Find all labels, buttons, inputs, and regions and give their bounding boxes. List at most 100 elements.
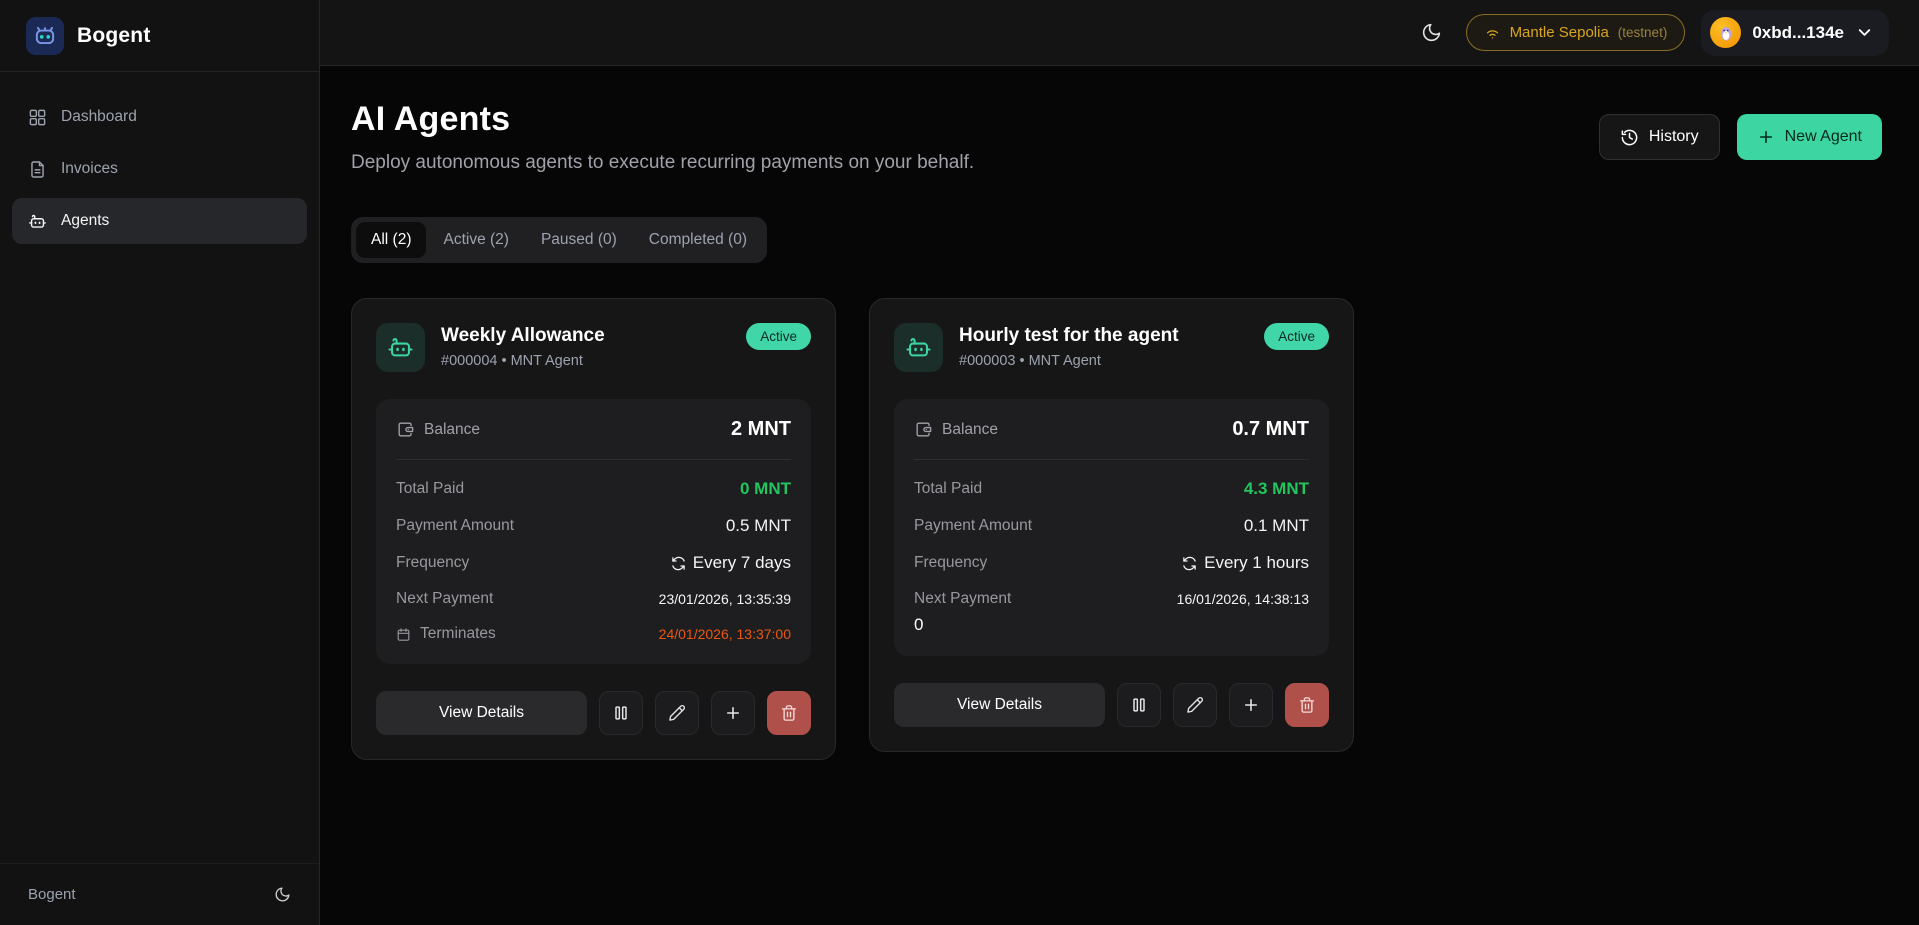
tab-active[interactable]: Active (2) [428, 222, 523, 258]
tab-paused[interactable]: Paused (0) [526, 222, 632, 258]
add-funds-button[interactable] [711, 691, 755, 735]
app-title: Bogent [77, 24, 151, 48]
page-subtitle: Deploy autonomous agents to execute recu… [351, 152, 974, 174]
agent-name: Hourly test for the agent [959, 325, 1179, 347]
network-badge[interactable]: Mantle Sepolia (testnet) [1466, 14, 1686, 51]
agent-card-actions: View Details [376, 691, 811, 735]
balance-label: Balance [914, 420, 998, 439]
sidebar-item-dashboard[interactable]: Dashboard [12, 94, 307, 140]
agent-card-titles: Weekly Allowance #000004 • MNT Agent [441, 323, 605, 372]
trash-icon [780, 704, 798, 722]
agent-card: Hourly test for the agent #000003 • MNT … [869, 298, 1354, 752]
status-badge: Active [746, 323, 811, 350]
chevron-down-icon [1855, 23, 1874, 42]
add-funds-button[interactable] [1229, 683, 1273, 727]
sidebar-nav: Dashboard Invoices Agents [0, 72, 319, 266]
page-header-text: AI Agents Deploy autonomous agents to ex… [351, 100, 974, 174]
divider [914, 459, 1309, 460]
payment-amount-value: 0.1 MNT [1244, 516, 1309, 536]
total-paid-label: Total Paid [914, 480, 982, 498]
history-label: History [1649, 128, 1699, 146]
agent-card-header: Weekly Allowance #000004 • MNT Agent Act… [376, 323, 811, 372]
new-agent-button[interactable]: New Agent [1737, 114, 1882, 160]
total-paid-row: Total Paid 0 MNT [396, 479, 791, 499]
header-actions: History New Agent [1599, 114, 1882, 160]
balance-value: 0.7 MNT [1232, 418, 1309, 441]
plus-icon [724, 704, 742, 722]
sidebar-footer: Bogent [0, 863, 319, 925]
tab-completed[interactable]: Completed (0) [634, 222, 762, 258]
agent-card: Weekly Allowance #000004 • MNT Agent Act… [351, 298, 836, 760]
pause-button[interactable] [599, 691, 643, 735]
logo: Bogent [0, 0, 319, 72]
calendar-icon [396, 627, 411, 642]
refresh-icon [671, 556, 686, 571]
delete-button[interactable] [767, 691, 811, 735]
next-payment-label: Next Payment [396, 590, 493, 608]
app-root: Bogent Dashboard Invoices Agents [0, 0, 1919, 925]
sidebar-item-invoices[interactable]: Invoices [12, 146, 307, 192]
payment-amount-label: Payment Amount [914, 517, 1032, 535]
view-details-button[interactable]: View Details [376, 691, 587, 735]
network-name: Mantle Sepolia [1510, 24, 1609, 41]
payment-amount-row: Payment Amount 0.5 MNT [396, 516, 791, 536]
agent-cards: Weekly Allowance #000004 • MNT Agent Act… [351, 298, 1882, 760]
frequency-label: Frequency [396, 554, 469, 572]
next-payment-row: Next Payment 16/01/2026, 14:38:13 [914, 590, 1309, 608]
sidebar-item-label: Invoices [61, 160, 118, 178]
pencil-icon [668, 704, 686, 722]
sidebar: Bogent Dashboard Invoices Agents [0, 0, 320, 925]
sidebar-item-label: Dashboard [61, 108, 137, 126]
dashboard-icon [28, 108, 47, 127]
edit-button[interactable] [1173, 683, 1217, 727]
wallet-icon [914, 420, 933, 439]
frequency-row: Frequency Every 7 days [396, 553, 791, 573]
pause-icon [1129, 695, 1149, 715]
payment-amount-label: Payment Amount [396, 517, 514, 535]
payment-amount-row: Payment Amount 0.1 MNT [914, 516, 1309, 536]
next-payment-value: 16/01/2026, 14:38:13 [1177, 591, 1309, 607]
wallet-button[interactable]: 0xbd...134e [1701, 10, 1889, 56]
total-paid-row: Total Paid 4.3 MNT [914, 479, 1309, 499]
frequency-row: Frequency Every 1 hours [914, 553, 1309, 573]
sidebar-item-label: Agents [61, 212, 109, 230]
agent-name: Weekly Allowance [441, 325, 605, 347]
edit-button[interactable] [655, 691, 699, 735]
pause-button[interactable] [1117, 683, 1161, 727]
moon-icon [1421, 22, 1442, 43]
bogent-logo-icon [26, 17, 64, 55]
network-suffix: (testnet) [1618, 25, 1668, 40]
balance-row: Balance 0.7 MNT [914, 418, 1309, 441]
next-payment-value: 23/01/2026, 13:35:39 [659, 591, 791, 607]
robot-icon [376, 323, 425, 372]
balance-value: 2 MNT [731, 418, 791, 441]
wifi-icon [1484, 24, 1501, 41]
robot-icon [28, 212, 47, 231]
frequency-value: Every 7 days [671, 553, 791, 573]
refresh-icon [1182, 556, 1197, 571]
history-button[interactable]: History [1599, 114, 1720, 160]
page-header: AI Agents Deploy autonomous agents to ex… [351, 100, 1882, 174]
pencil-icon [1186, 696, 1204, 714]
total-paid-value: 4.3 MNT [1244, 479, 1309, 499]
theme-toggle-button[interactable] [1414, 15, 1450, 51]
agent-stats-panel: Balance 0.7 MNT Total Paid 4.3 MNT Payme… [894, 399, 1329, 656]
footer-brand-label: Bogent [28, 886, 76, 903]
next-payment-row: Next Payment 23/01/2026, 13:35:39 [396, 590, 791, 608]
frequency-value: Every 1 hours [1182, 553, 1309, 573]
tab-all[interactable]: All (2) [356, 222, 426, 258]
moon-icon[interactable] [274, 886, 291, 903]
divider [396, 459, 791, 460]
agent-card-actions: View Details [894, 683, 1329, 727]
delete-button[interactable] [1285, 683, 1329, 727]
agent-card-titles: Hourly test for the agent #000003 • MNT … [959, 323, 1179, 372]
payment-amount-value: 0.5 MNT [726, 516, 791, 536]
agent-card-header: Hourly test for the agent #000003 • MNT … [894, 323, 1329, 372]
view-details-button[interactable]: View Details [894, 683, 1105, 727]
wallet-icon [396, 420, 415, 439]
invoices-icon [28, 160, 47, 179]
total-paid-label: Total Paid [396, 480, 464, 498]
plus-icon [1242, 696, 1260, 714]
sidebar-item-agents[interactable]: Agents [12, 198, 307, 244]
terminates-row: Terminates 24/01/2026, 13:37:00 [396, 625, 791, 643]
